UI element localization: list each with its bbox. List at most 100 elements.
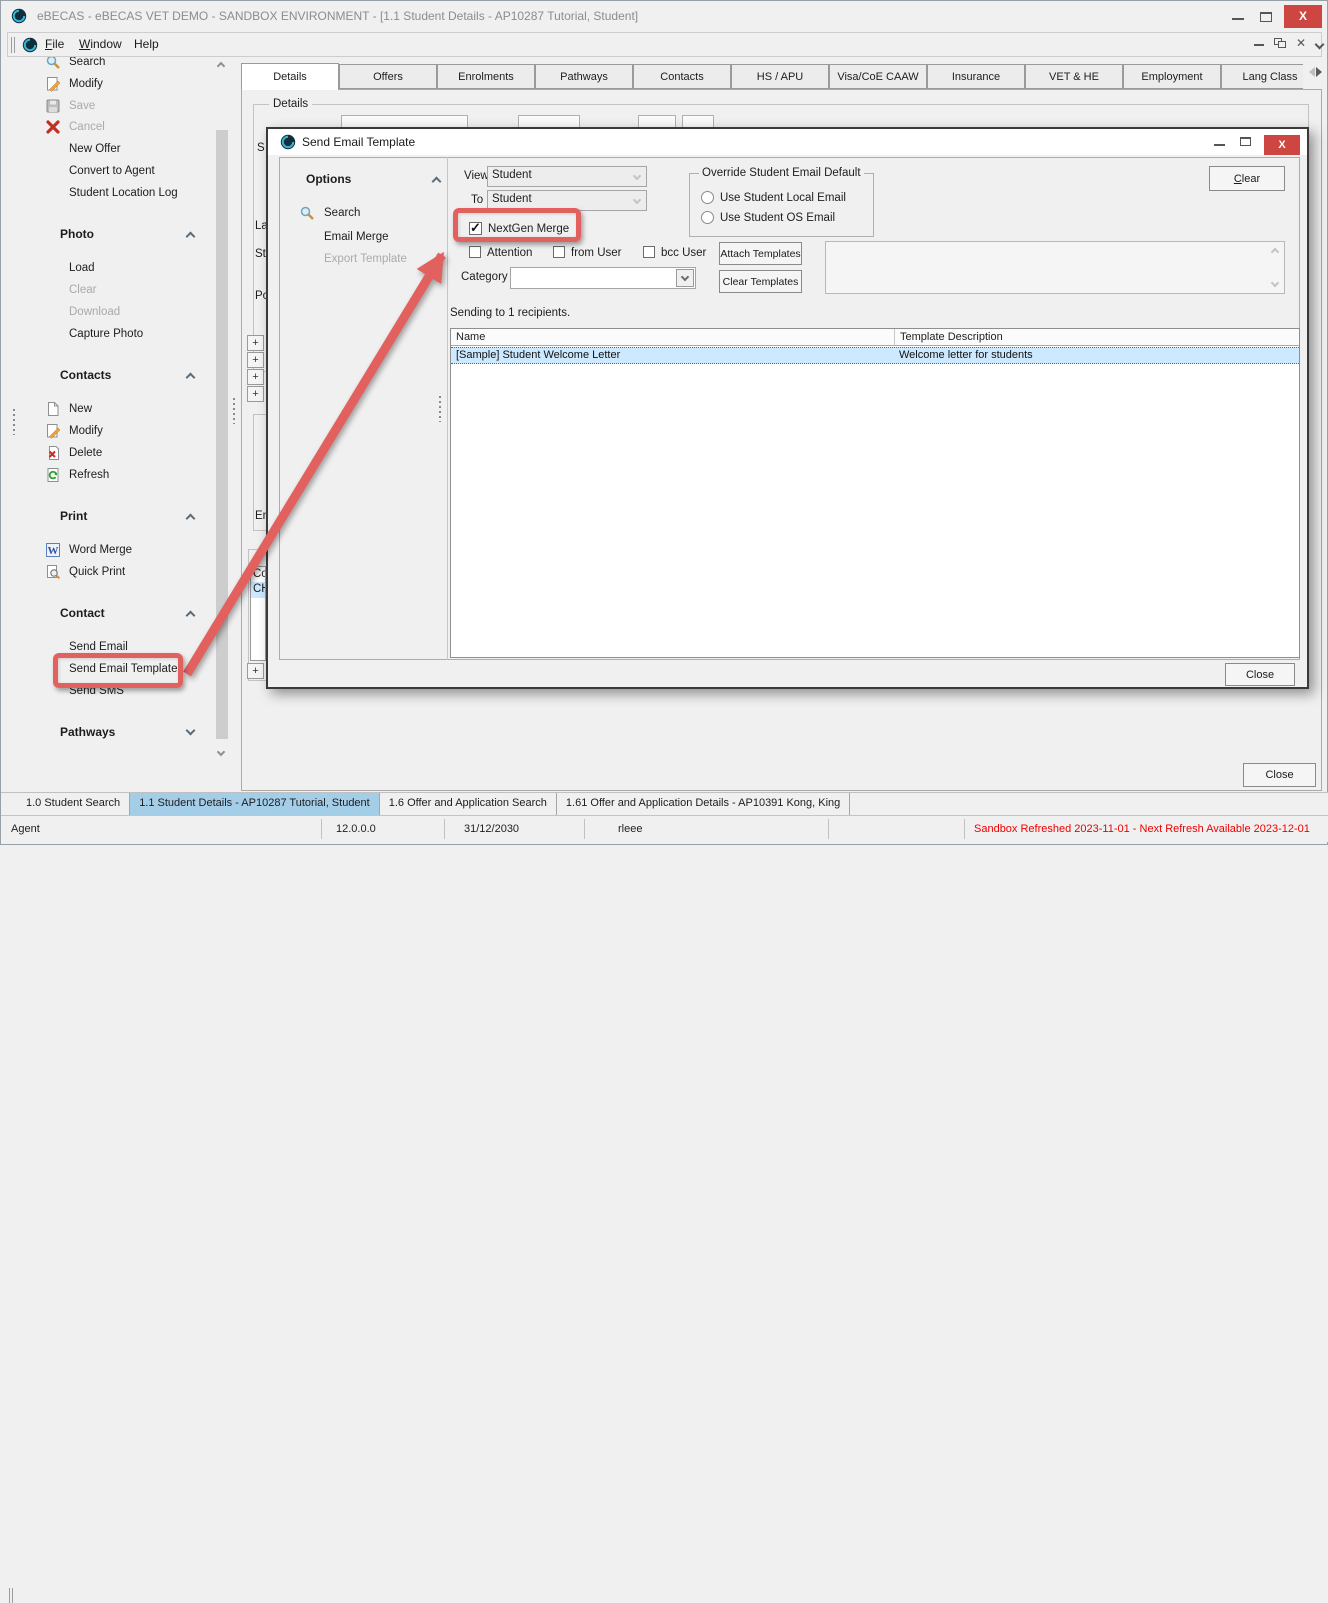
use-os-email-label[interactable]: Use Student OS Email: [720, 212, 835, 224]
from-user-checkbox[interactable]: [553, 246, 565, 258]
dialog-close-icon[interactable]: X: [1264, 135, 1300, 155]
tab-details[interactable]: Details: [241, 63, 339, 90]
sidebar-right-grip[interactable]: [233, 398, 235, 424]
sidebar-item-capture-photo[interactable]: Capture Photo: [45, 323, 223, 345]
tab-contacts[interactable]: Contacts: [633, 64, 731, 89]
sidebar-item-quick-print[interactable]: Quick Print: [45, 561, 223, 583]
send-email-template-dialog: Send Email Template X Options Search Ema…: [266, 127, 1309, 689]
menu-bar: File Window Help ✕: [7, 32, 1322, 57]
menu-help[interactable]: Help: [134, 37, 159, 51]
menu-window[interactable]: Window: [79, 37, 122, 51]
mdi-menu-chevron-icon[interactable]: [1315, 40, 1325, 50]
tab-hs-apu[interactable]: HS / APU: [731, 64, 829, 89]
column-header-name[interactable]: Name: [451, 329, 894, 346]
bottom-tab-offer-details[interactable]: 1.61 Offer and Application Details - AP1…: [557, 793, 850, 815]
attention-label[interactable]: Attention: [487, 247, 532, 259]
bcc-user-checkbox[interactable]: [643, 246, 655, 258]
sidebar-item-new-offer[interactable]: New Offer: [45, 138, 223, 160]
sidebar-scrollbar[interactable]: [214, 58, 230, 761]
sidebar-item-contact-modify[interactable]: Modify: [45, 420, 223, 442]
category-dropdown-button[interactable]: [676, 269, 694, 287]
clear-templates-button[interactable]: Clear Templates: [719, 270, 802, 293]
sidebar-section-contacts[interactable]: Contacts: [60, 368, 194, 382]
use-os-email-radio[interactable]: [701, 211, 714, 224]
attached-templates-box[interactable]: [825, 241, 1285, 294]
bottom-tab-student-search[interactable]: 1.0 Student Search: [17, 793, 130, 815]
tab-offers[interactable]: Offers: [339, 64, 437, 89]
attention-checkbox[interactable]: [469, 246, 481, 258]
dialog-minimize-icon[interactable]: [1214, 144, 1225, 146]
use-local-email-radio[interactable]: [701, 191, 714, 204]
expand-button[interactable]: +: [247, 335, 264, 351]
use-local-email-label[interactable]: Use Student Local Email: [720, 192, 846, 204]
bcc-user-label[interactable]: bcc User: [661, 247, 706, 259]
menu-file[interactable]: File: [45, 37, 64, 51]
sidebar-item-load[interactable]: Load: [45, 257, 223, 279]
sidebar-section-photo[interactable]: Photo: [60, 227, 194, 241]
sidebar-item-cancel[interactable]: Cancel: [45, 116, 223, 138]
mdi-minimize-icon[interactable]: [1254, 44, 1264, 46]
form-close-button[interactable]: Close: [1243, 763, 1316, 787]
tab-insurance[interactable]: Insurance: [927, 64, 1025, 89]
sidebar-item-save[interactable]: Save: [45, 95, 223, 117]
restore-icon[interactable]: [1260, 12, 1272, 22]
tab-scroll-left-icon[interactable]: [1304, 67, 1315, 77]
scroll-down-icon[interactable]: [217, 748, 225, 756]
tabbar-grip2: [12, 1588, 13, 1603]
sidebar-item-student-location-log[interactable]: Student Location Log: [45, 182, 223, 204]
expand-button[interactable]: +: [247, 386, 264, 402]
from-user-label[interactable]: from User: [571, 247, 621, 259]
sidebar-item-clear[interactable]: Clear: [45, 279, 223, 301]
cell-name: [Sample] Student Welcome Letter: [456, 349, 620, 361]
dialog-option-email-merge[interactable]: Email Merge: [324, 231, 389, 243]
tab-vet-he[interactable]: VET & HE: [1025, 64, 1123, 89]
tab-lang-class[interactable]: Lang Class: [1221, 64, 1303, 89]
sidebar-scrollbar-thumb[interactable]: [216, 130, 228, 739]
scroll-up-icon[interactable]: [217, 62, 225, 70]
sidebar-section-pathways[interactable]: Pathways: [60, 725, 194, 739]
minimize-icon[interactable]: [1232, 18, 1244, 20]
expand-button[interactable]: +: [247, 352, 264, 368]
sidebar-item-convert-to-agent[interactable]: Convert to Agent: [45, 160, 223, 182]
attach-templates-button[interactable]: Attach Templates: [719, 242, 802, 265]
expand-button[interactable]: +: [247, 369, 264, 385]
sidebar-item-word-merge[interactable]: W Word Merge: [45, 539, 223, 561]
mdi-close-icon[interactable]: ✕: [1296, 36, 1306, 50]
table-row-selected[interactable]: [Sample] Student Welcome Letter Welcome …: [451, 347, 1299, 364]
sidebar-item-modify[interactable]: Modify: [45, 73, 223, 95]
sidebar-item-download[interactable]: Download: [45, 301, 223, 323]
sidebar-left-grip[interactable]: [13, 409, 15, 435]
background-label: S: [257, 142, 265, 154]
sidebar-item-contact-new[interactable]: New: [45, 398, 223, 420]
sidebar-item-contact-delete[interactable]: Delete: [45, 442, 223, 464]
tab-employment[interactable]: Employment: [1123, 64, 1221, 89]
menu-grip[interactable]: [11, 37, 12, 53]
tabbar-grip[interactable]: [9, 1588, 10, 1603]
dialog-close-button[interactable]: Close: [1225, 663, 1295, 686]
dialog-options-header[interactable]: Options: [306, 172, 440, 186]
bottom-tab-student-details[interactable]: 1.1 Student Details - AP10287 Tutorial, …: [130, 793, 380, 815]
options-splitter-grip[interactable]: [439, 396, 441, 422]
menu-grip2: [14, 37, 15, 53]
clear-button[interactable]: Clear: [1209, 166, 1285, 191]
column-header-description[interactable]: Template Description: [894, 329, 1299, 346]
override-groupbox: [689, 173, 874, 237]
tab-visa-coe[interactable]: Visa/CoE CAAW: [829, 64, 927, 89]
dialog-option-export-template[interactable]: Export Template: [324, 253, 407, 265]
scroll-up-icon[interactable]: [1271, 248, 1279, 256]
expand-button[interactable]: +: [247, 663, 264, 679]
sidebar-item-contact-refresh[interactable]: Refresh: [45, 464, 223, 486]
close-window-button[interactable]: X: [1284, 5, 1322, 28]
sidebar-section-contact[interactable]: Contact: [60, 606, 194, 620]
tab-scroll-right-icon[interactable]: [1316, 67, 1327, 77]
view-select[interactable]: Student: [487, 166, 647, 187]
sidebar-section-print[interactable]: Print: [60, 509, 194, 523]
tab-pathways[interactable]: Pathways: [535, 64, 633, 89]
tab-enrolments[interactable]: Enrolments: [437, 64, 535, 89]
dialog-option-search[interactable]: Search: [299, 205, 360, 221]
scroll-down-icon[interactable]: [1271, 279, 1279, 287]
category-select[interactable]: [510, 267, 696, 289]
options-splitter[interactable]: [447, 157, 448, 660]
dialog-restore-icon[interactable]: [1240, 137, 1251, 146]
bottom-tab-offer-search[interactable]: 1.6 Offer and Application Search: [380, 793, 557, 815]
